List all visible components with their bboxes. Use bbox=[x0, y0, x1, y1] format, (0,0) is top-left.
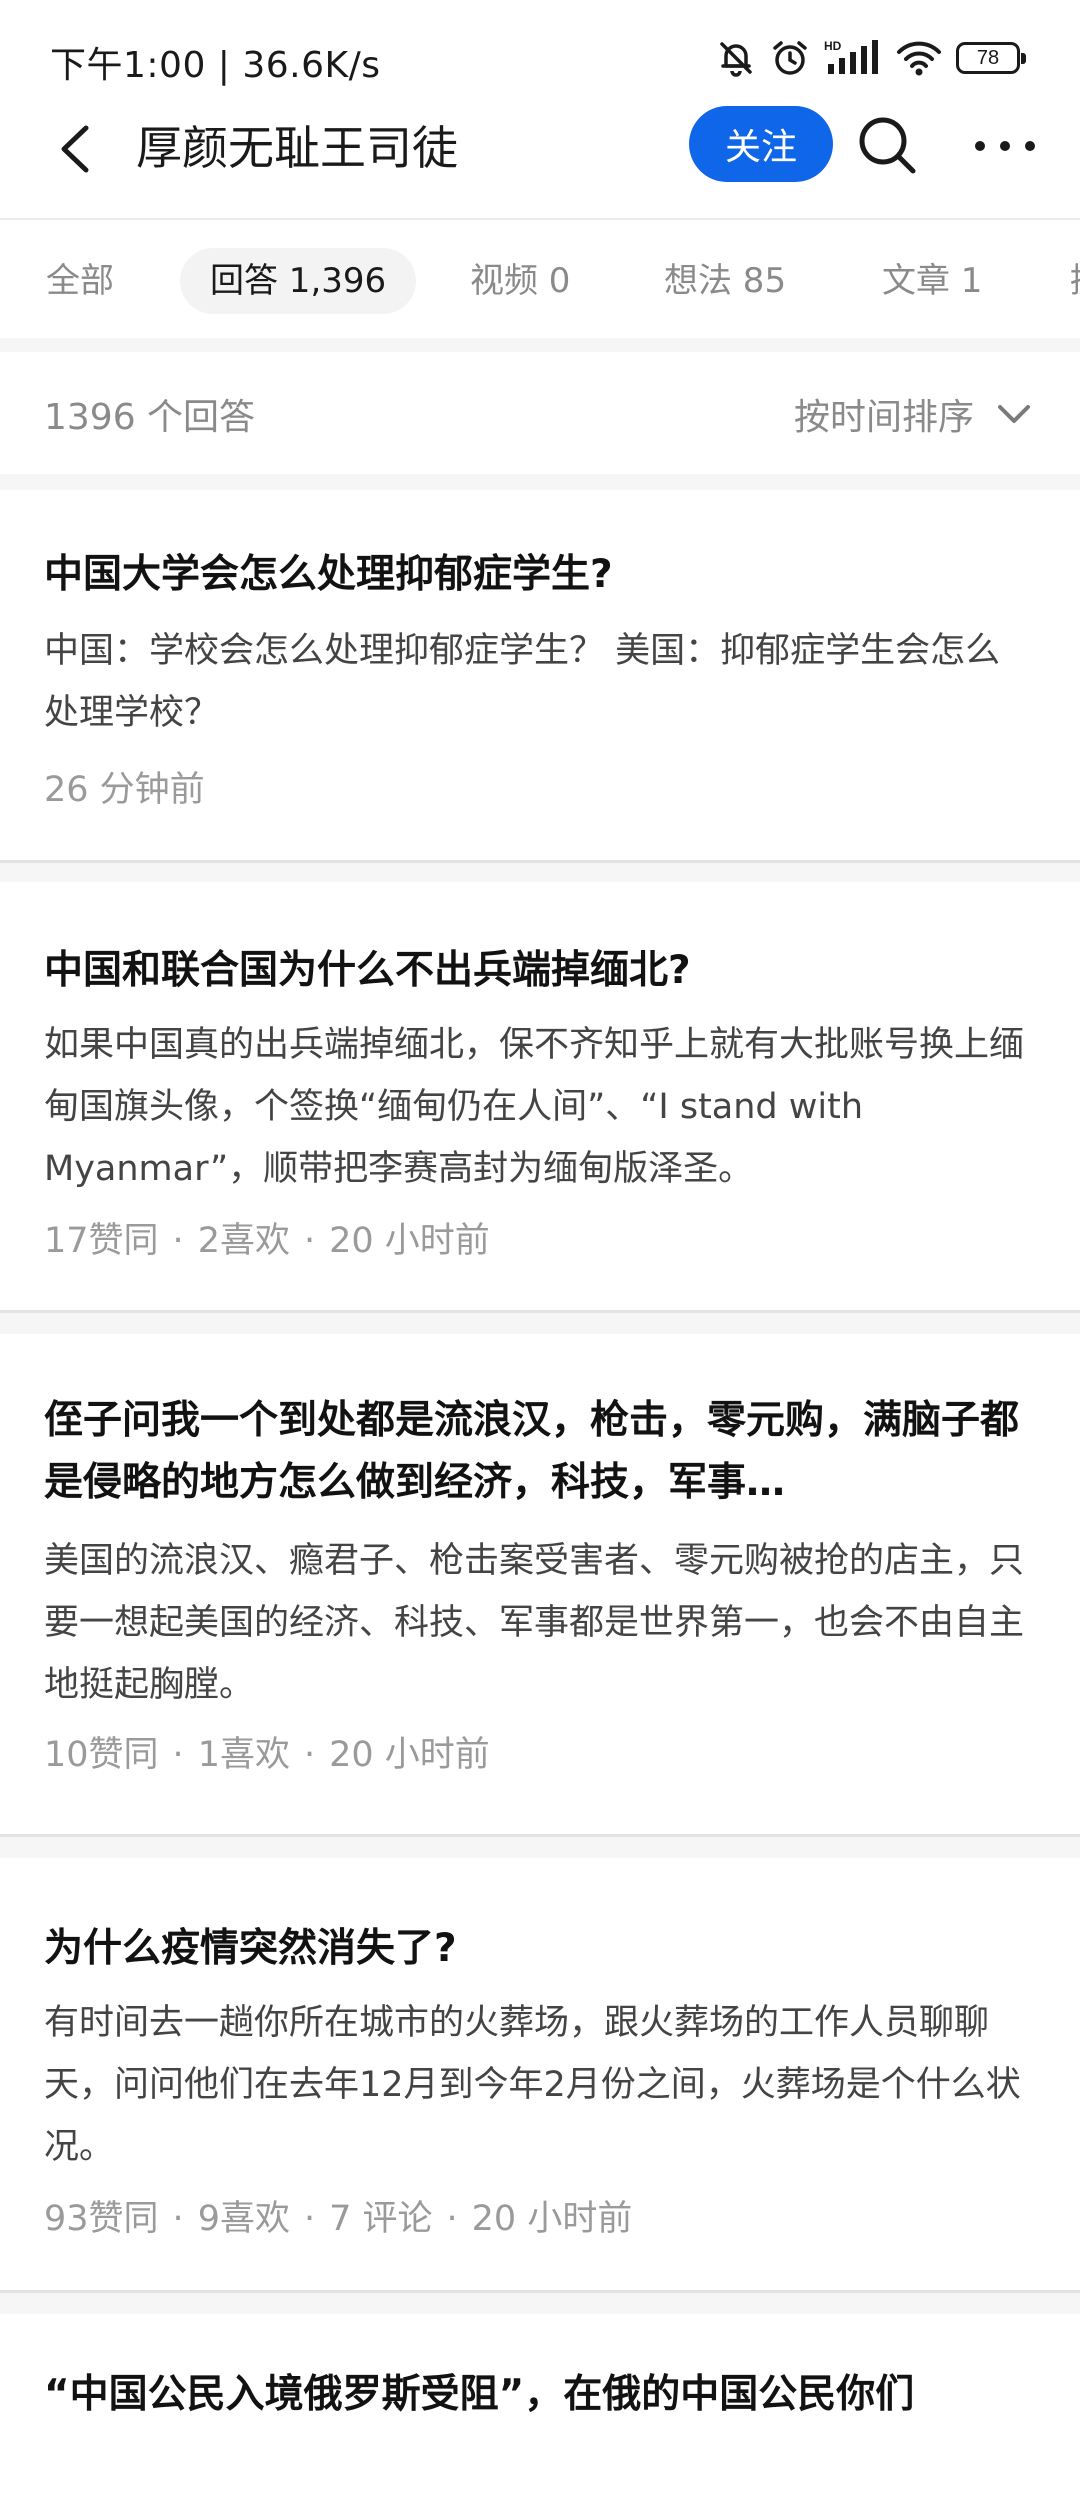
tab-thoughts[interactable]: 想法 85 bbox=[634, 248, 816, 314]
content-tabs: 全部 回答 1,396 视频 0 想法 85 文章 1 提 bbox=[0, 220, 1080, 338]
answer-comments: 7 评论 bbox=[329, 2199, 433, 2239]
answer-upvotes: 93赞同 bbox=[44, 2199, 159, 2239]
answer-time: 20 小时前 bbox=[329, 1735, 490, 1775]
answer-time: 20 小时前 bbox=[329, 1221, 490, 1261]
status-icons: HD 78 bbox=[716, 36, 1026, 80]
answer-upvotes: 17赞同 bbox=[44, 1221, 159, 1261]
follow-button[interactable]: 关注 bbox=[689, 106, 833, 182]
meta-separator: · bbox=[303, 1735, 316, 1775]
battery-icon: 78 bbox=[956, 42, 1026, 74]
answer-question-title[interactable]: “中国公民入境俄罗斯受阻”，在俄的中国公民你们 bbox=[44, 2364, 1036, 2426]
answer-question-title[interactable]: 为什么疫情突然消失了? bbox=[44, 1918, 1036, 1980]
answer-meta: 17赞同 · 2喜欢 · 20 小时前 bbox=[44, 1216, 490, 1266]
answer-meta: 26 分钟前 bbox=[44, 765, 205, 815]
answer-card[interactable]: 中国大学会怎么处理抑郁症学生? 中国：学校会怎么处理抑郁症学生？ 美国：抑郁症学… bbox=[0, 490, 1080, 863]
profile-name-title: 厚颜无耻王司徒 bbox=[136, 121, 458, 175]
answer-card[interactable]: “中国公民入境俄罗斯受阻”，在俄的中国公民你们 bbox=[0, 2314, 1080, 2514]
answer-excerpt[interactable]: 美国的流浪汉、瘾君子、枪击案受害者、零元购被抢的店主，只要一想起美国的经济、科技… bbox=[44, 1530, 1034, 1716]
tab-all[interactable]: 全部 bbox=[16, 248, 144, 314]
answer-time: 20 小时前 bbox=[471, 2199, 633, 2239]
tab-answers[interactable]: 回答 1,396 bbox=[180, 248, 417, 314]
sort-label: 按时间排序 bbox=[793, 397, 974, 438]
answer-likes: 2喜欢 bbox=[197, 1221, 290, 1261]
svg-text:HD: HD bbox=[824, 39, 842, 53]
wifi-icon bbox=[897, 41, 941, 76]
status-time-speed: 下午1:00 | 36.6K/s bbox=[50, 45, 381, 86]
top-navigation-bar: 厚颜无耻王司徒 关注 bbox=[0, 100, 1080, 220]
answers-header: 1396 个回答 按时间排序 bbox=[0, 352, 1080, 474]
answer-upvotes: 10赞同 bbox=[44, 1735, 159, 1775]
chevron-down-icon bbox=[998, 405, 1030, 423]
answer-question-title[interactable]: 中国和联合国为什么不出兵端掉缅北? bbox=[44, 940, 1036, 1002]
answer-excerpt[interactable]: 如果中国真的出兵端掉缅北，保不齐知乎上就有大批账号换上缅甸国旗头像，个签换“缅甸… bbox=[44, 1014, 1034, 1200]
answer-question-title[interactable]: 中国大学会怎么处理抑郁症学生? bbox=[44, 544, 1036, 606]
search-icon[interactable] bbox=[856, 114, 918, 176]
tab-articles[interactable]: 文章 1 bbox=[852, 248, 1012, 314]
meta-separator: · bbox=[172, 1221, 184, 1261]
answer-excerpt[interactable]: 中国：学校会怎么处理抑郁症学生？ 美国：抑郁症学生会怎么处理学校？ bbox=[44, 620, 1034, 744]
answer-likes: 1喜欢 bbox=[197, 1735, 290, 1775]
meta-separator: · bbox=[446, 2199, 458, 2239]
tab-more[interactable]: 提 bbox=[1040, 248, 1080, 314]
answer-question-title[interactable]: 侄子问我一个到处都是流浪汉，枪击，零元购，满脑子都是侵略的地方怎么做到经济，科技… bbox=[44, 1390, 1036, 1514]
answer-count: 1396 个回答 bbox=[44, 397, 256, 438]
answer-meta: 10赞同 · 1喜欢 · 20 小时前 bbox=[44, 1730, 490, 1780]
sort-dropdown[interactable]: 按时间排序 bbox=[794, 388, 1032, 440]
answer-time: 26 分钟前 bbox=[44, 770, 205, 810]
bell-off-icon bbox=[720, 42, 752, 77]
status-bar: 下午1:00 | 36.6K/s HD 78 bbox=[0, 0, 1080, 100]
meta-separator: · bbox=[303, 1221, 316, 1261]
answer-excerpt[interactable]: 有时间去一趟你所在城市的火葬场，跟火葬场的工作人员聊聊天，问问他们在去年12月到… bbox=[44, 1992, 1034, 2178]
answer-meta: 93赞同 · 9喜欢 · 7 评论 · 20 小时前 bbox=[44, 2194, 632, 2244]
answer-card[interactable]: 中国和联合国为什么不出兵端掉缅北? 如果中国真的出兵端掉缅北，保不齐知乎上就有大… bbox=[0, 882, 1080, 1313]
answer-card[interactable]: 为什么疫情突然消失了? 有时间去一趟你所在城市的火葬场，跟火葬场的工作人员聊聊天… bbox=[0, 1858, 1080, 2293]
meta-separator: · bbox=[303, 2199, 316, 2239]
back-arrow-icon[interactable] bbox=[52, 124, 102, 174]
answer-card[interactable]: 侄子问我一个到处都是流浪汉，枪击，零元购，满脑子都是侵略的地方怎么做到经济，科技… bbox=[0, 1334, 1080, 1837]
alarm-icon bbox=[773, 41, 807, 75]
meta-separator: · bbox=[172, 2199, 184, 2239]
tab-videos[interactable]: 视频 0 bbox=[440, 248, 600, 314]
answer-likes: 9喜欢 bbox=[197, 2199, 290, 2239]
more-options-icon[interactable] bbox=[970, 126, 1040, 166]
meta-separator: · bbox=[172, 1735, 184, 1775]
hd-signal-icon: HD bbox=[824, 39, 878, 74]
battery-level: 78 bbox=[976, 46, 1000, 69]
